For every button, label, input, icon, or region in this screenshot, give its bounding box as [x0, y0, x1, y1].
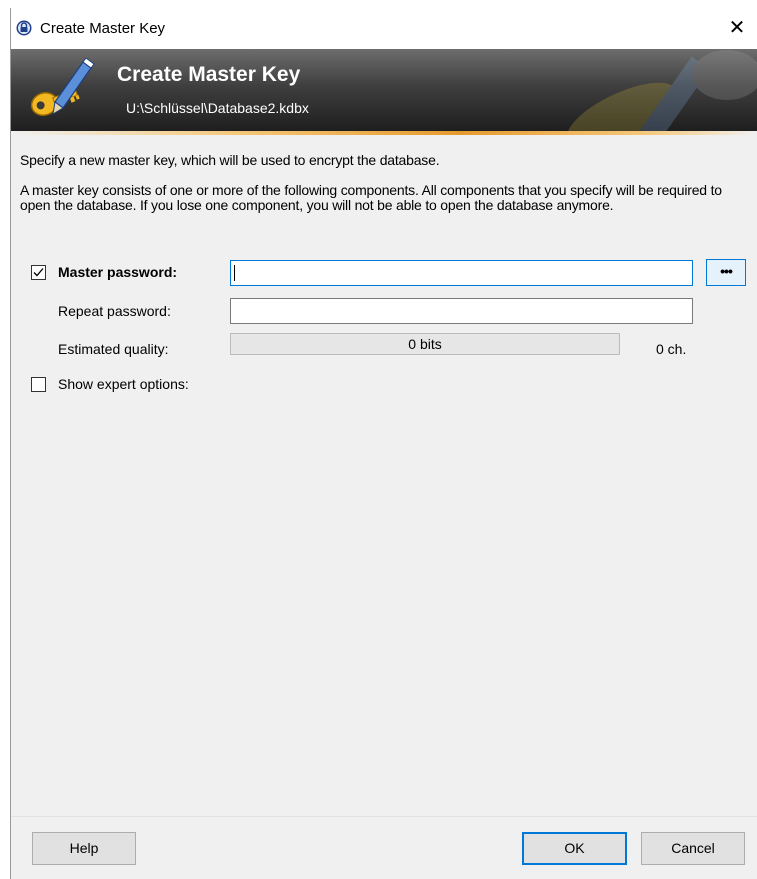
title-bar[interactable]: Create Master Key ✕ [11, 8, 757, 49]
checkmark-icon [33, 268, 44, 277]
close-button[interactable]: ✕ [717, 8, 757, 49]
repeat-password-label: Repeat password: [58, 303, 171, 319]
ok-button[interactable]: OK [522, 832, 627, 865]
intro-text: Specify a new master key, which will be … [20, 152, 440, 168]
master-password-label: Master password: [58, 264, 178, 280]
header-banner: Create Master Key U:\Schlüssel\Database2… [11, 49, 757, 131]
text-caret [234, 265, 235, 281]
database-path: U:\Schlüssel\Database2.kdbx [126, 100, 309, 116]
create-master-key-dialog: Create Master Key ✕ Create Master Key U:… [10, 8, 757, 879]
banner-watermark-icon [566, 50, 757, 131]
show-password-button[interactable]: ••• [706, 259, 746, 286]
components-description: A master key consists of one or more of … [20, 182, 722, 213]
master-password-input[interactable] [230, 260, 693, 286]
estimated-quality-label: Estimated quality: [58, 341, 169, 357]
footer-divider [11, 816, 757, 817]
cancel-button[interactable]: Cancel [641, 832, 745, 865]
repeat-password-input[interactable] [230, 298, 693, 324]
quality-progress-bar: 0 bits [230, 333, 620, 355]
banner-accent-line [11, 131, 757, 135]
window-title: Create Master Key [40, 20, 166, 37]
key-pen-icon [30, 58, 95, 116]
character-count: 0 ch. [656, 341, 687, 357]
expert-options-label: Show expert options: [58, 376, 189, 392]
master-password-checkbox[interactable] [31, 265, 46, 280]
lock-icon [16, 20, 32, 36]
help-button[interactable]: Help [32, 832, 136, 865]
expert-options-checkbox[interactable] [31, 377, 46, 392]
banner-title: Create Master Key [117, 63, 301, 86]
